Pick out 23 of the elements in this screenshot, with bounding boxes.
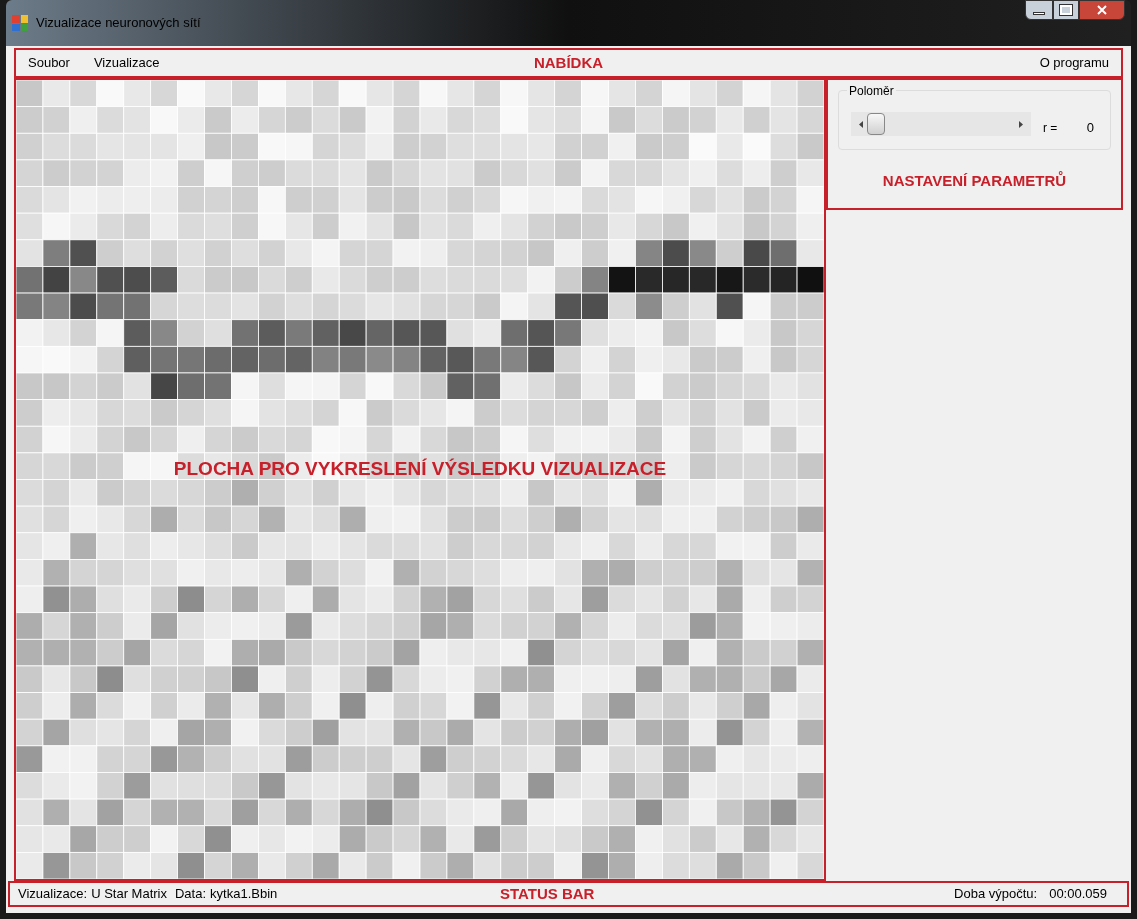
menu-item[interactable]: Soubor bbox=[28, 53, 70, 73]
reading-label: r = bbox=[1043, 120, 1058, 137]
maximize-button[interactable] bbox=[1053, 0, 1079, 20]
status-value: U Star Matrix bbox=[91, 885, 167, 904]
status-label: Vizualizace: bbox=[18, 885, 88, 904]
close-icon bbox=[1097, 5, 1107, 15]
status-value: kytka1.Bbin bbox=[210, 885, 278, 904]
radius-reading: 0 bbox=[1086, 119, 1094, 138]
menu-item[interactable]: Vizualizace bbox=[93, 53, 160, 73]
minimize-icon bbox=[1033, 12, 1045, 15]
window-title: Vizualizace neuronových sítí bbox=[36, 14, 201, 33]
maximize-icon bbox=[1060, 5, 1072, 15]
minimize-button[interactable] bbox=[1025, 0, 1053, 20]
menu-item[interactable]: O programu bbox=[1039, 53, 1109, 73]
annotation-label: NABÍDKA bbox=[533, 52, 604, 73]
status-label: Doba výpočtu: bbox=[954, 885, 1038, 904]
annotation-label: PLOCHA PRO VYKRESLENÍ VÝSLEDKU VIZUALIZACE bbox=[172, 457, 668, 481]
close-button[interactable] bbox=[1079, 0, 1125, 20]
annotation-label: STATUS BAR bbox=[500, 883, 595, 904]
annotation-label: NASTAVENÍ PARAMETRŮ bbox=[881, 170, 1068, 191]
status-label: Data: bbox=[175, 885, 207, 904]
status-value: 00:00.059 bbox=[1049, 885, 1107, 904]
app-icon bbox=[12, 15, 28, 31]
